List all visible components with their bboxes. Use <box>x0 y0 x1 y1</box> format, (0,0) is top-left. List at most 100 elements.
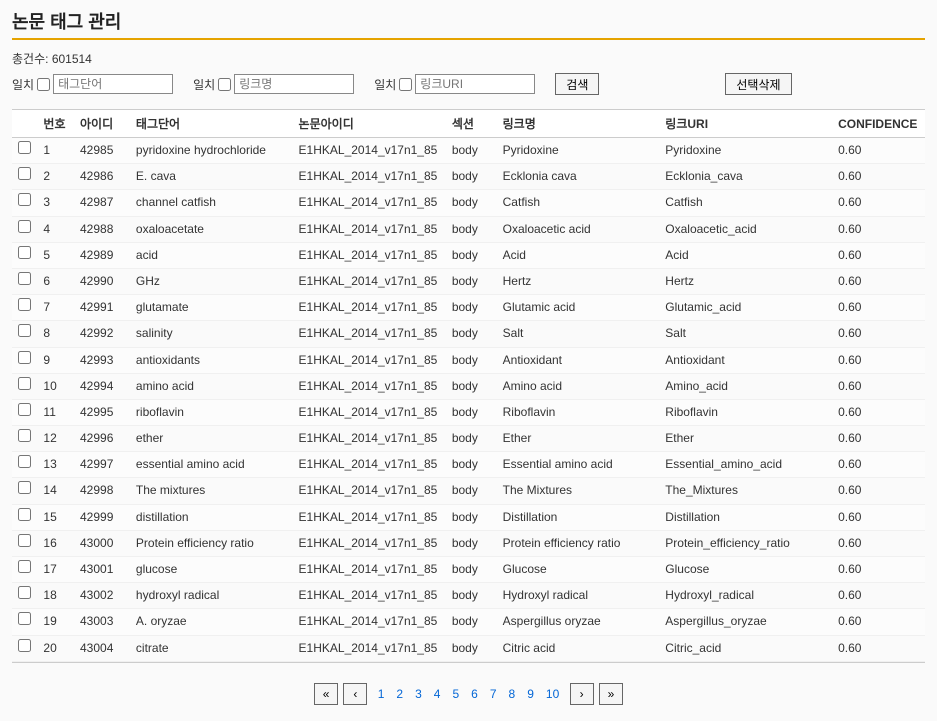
cell-paper: E1HKAL_2014_v17n1_85 <box>293 164 446 190</box>
row-checkbox[interactable] <box>18 455 31 468</box>
pager-page-link[interactable]: 7 <box>485 685 502 703</box>
total-count: 601514 <box>52 52 92 66</box>
filter-tag-checkbox[interactable] <box>37 78 50 91</box>
cell-id: 42992 <box>74 321 130 347</box>
row-checkbox[interactable] <box>18 403 31 416</box>
table-row: 1542999distillationE1HKAL_2014_v17n1_85b… <box>12 504 925 530</box>
row-checkbox[interactable] <box>18 220 31 233</box>
filter-link-checkbox[interactable] <box>218 78 231 91</box>
cell-tag: The mixtures <box>130 478 293 504</box>
cell-paper: E1HKAL_2014_v17n1_85 <box>293 295 446 321</box>
cell-section: body <box>446 426 497 452</box>
cell-paper: E1HKAL_2014_v17n1_85 <box>293 426 446 452</box>
cell-link: Ether <box>497 426 660 452</box>
pager-first-button[interactable]: « <box>314 683 338 705</box>
cell-link: Glucose <box>497 557 660 583</box>
cell-uri: Oxaloacetic_acid <box>659 216 832 242</box>
pager-page-link[interactable]: 4 <box>429 685 446 703</box>
row-checkbox[interactable] <box>18 639 31 652</box>
pager-page-link[interactable]: 10 <box>541 685 564 703</box>
row-checkbox[interactable] <box>18 351 31 364</box>
cell-id: 42987 <box>74 190 130 216</box>
cell-section: body <box>446 399 497 425</box>
cell-id: 43003 <box>74 609 130 635</box>
search-button[interactable]: 검색 <box>555 73 599 95</box>
cell-section: body <box>446 216 497 242</box>
cell-tag: hydroxyl radical <box>130 583 293 609</box>
row-checkbox[interactable] <box>18 193 31 206</box>
col-header-id: 아이디 <box>74 110 130 138</box>
table-row: 1342997essential amino acidE1HKAL_2014_v… <box>12 452 925 478</box>
cell-paper: E1HKAL_2014_v17n1_85 <box>293 347 446 373</box>
cell-num: 4 <box>37 216 74 242</box>
cell-paper: E1HKAL_2014_v17n1_85 <box>293 583 446 609</box>
pager-page-link[interactable]: 1 <box>373 685 390 703</box>
cell-tag: Protein efficiency ratio <box>130 530 293 556</box>
cell-tag: channel catfish <box>130 190 293 216</box>
cell-conf: 0.60 <box>832 635 925 661</box>
row-checkbox[interactable] <box>18 141 31 154</box>
col-header-link: 링크명 <box>497 110 660 138</box>
page-title: 논문 태그 관리 <box>12 8 925 34</box>
row-checkbox[interactable] <box>18 324 31 337</box>
cell-section: body <box>446 164 497 190</box>
row-checkbox[interactable] <box>18 508 31 521</box>
cell-uri: Amino_acid <box>659 373 832 399</box>
filter-link-input[interactable] <box>234 74 354 94</box>
cell-tag: citrate <box>130 635 293 661</box>
pager-page-link[interactable]: 3 <box>410 685 427 703</box>
pager-page-link[interactable]: 8 <box>504 685 521 703</box>
row-checkbox[interactable] <box>18 481 31 494</box>
row-checkbox[interactable] <box>18 167 31 180</box>
cell-num: 19 <box>37 609 74 635</box>
cell-paper: E1HKAL_2014_v17n1_85 <box>293 399 446 425</box>
cell-paper: E1HKAL_2014_v17n1_85 <box>293 530 446 556</box>
total-label: 총건수: <box>12 52 48 66</box>
row-checkbox[interactable] <box>18 246 31 259</box>
cell-num: 11 <box>37 399 74 425</box>
pager-page-link[interactable]: 2 <box>391 685 408 703</box>
cell-num: 6 <box>37 268 74 294</box>
row-checkbox[interactable] <box>18 560 31 573</box>
filter-tag-input[interactable] <box>53 74 173 94</box>
cell-uri: Protein_efficiency_ratio <box>659 530 832 556</box>
cell-conf: 0.60 <box>832 452 925 478</box>
cell-paper: E1HKAL_2014_v17n1_85 <box>293 609 446 635</box>
cell-paper: E1HKAL_2014_v17n1_85 <box>293 635 446 661</box>
cell-num: 18 <box>37 583 74 609</box>
cell-section: body <box>446 530 497 556</box>
cell-section: body <box>446 504 497 530</box>
cell-tag: glucose <box>130 557 293 583</box>
cell-link: Salt <box>497 321 660 347</box>
table-row: 142985pyridoxine hydrochlorideE1HKAL_201… <box>12 138 925 164</box>
table-row: 1242996etherE1HKAL_2014_v17n1_85bodyEthe… <box>12 426 925 452</box>
row-checkbox[interactable] <box>18 298 31 311</box>
pager-page-link[interactable]: 5 <box>447 685 464 703</box>
pager-last-button[interactable]: » <box>599 683 623 705</box>
pager-prev-button[interactable]: ‹ <box>343 683 367 705</box>
cell-tag: GHz <box>130 268 293 294</box>
cell-conf: 0.60 <box>832 138 925 164</box>
table-header-row: 번호 아이디 태그단어 논문아이디 섹션 링크명 링크URI CONFIDENC… <box>12 110 925 138</box>
row-checkbox[interactable] <box>18 586 31 599</box>
cell-num: 8 <box>37 321 74 347</box>
row-checkbox[interactable] <box>18 429 31 442</box>
pager-next-button[interactable]: › <box>570 683 594 705</box>
col-header-section: 섹션 <box>446 110 497 138</box>
cell-paper: E1HKAL_2014_v17n1_85 <box>293 557 446 583</box>
row-checkbox[interactable] <box>18 272 31 285</box>
row-checkbox[interactable] <box>18 612 31 625</box>
cell-paper: E1HKAL_2014_v17n1_85 <box>293 504 446 530</box>
cell-uri: Hertz <box>659 268 832 294</box>
pager-page-link[interactable]: 6 <box>466 685 483 703</box>
row-checkbox[interactable] <box>18 377 31 390</box>
cell-link: Distillation <box>497 504 660 530</box>
cell-num: 10 <box>37 373 74 399</box>
cell-uri: Riboflavin <box>659 399 832 425</box>
filter-uri-input[interactable] <box>415 74 535 94</box>
delete-selected-button[interactable]: 선택삭제 <box>725 73 791 95</box>
cell-conf: 0.60 <box>832 164 925 190</box>
cell-id: 42998 <box>74 478 130 504</box>
filter-uri-checkbox[interactable] <box>399 78 412 91</box>
pager-page-link[interactable]: 9 <box>522 685 539 703</box>
